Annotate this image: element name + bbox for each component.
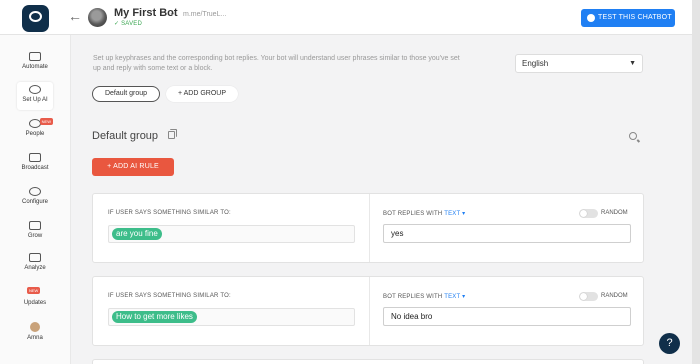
sidebar: Automate Set Up AI NEW People Broadcast …: [0, 35, 71, 364]
scrollbar[interactable]: [692, 0, 700, 364]
page-description: Set up keyphrases and the corresponding …: [93, 55, 460, 72]
user-says-label: IF USER SAYS SOMETHING SIMILAR TO:: [108, 210, 231, 216]
chatfuel-logo-icon[interactable]: [22, 5, 49, 32]
saved-status: ✓ SAVED: [114, 21, 143, 27]
sidebar-item-set-up-ai[interactable]: Set Up AI: [17, 82, 53, 110]
random-toggle[interactable]: [579, 292, 598, 301]
phrase-tag[interactable]: How to get more likes: [112, 311, 197, 323]
chevron-down-icon: ▼: [629, 60, 636, 67]
test-chatbot-label: TEST THIS CHATBOT: [598, 14, 672, 21]
ai-rule-card: [92, 359, 644, 364]
test-chatbot-button[interactable]: TEST THIS CHATBOT: [581, 9, 675, 27]
plus-icon: +: [177, 90, 183, 97]
divider: [369, 194, 370, 262]
sidebar-item-label: Automate: [22, 64, 48, 70]
add-group-button[interactable]: + ADD GROUP: [166, 86, 238, 102]
sidebar-item-configure[interactable]: Configure: [17, 184, 53, 212]
sidebar-item-automate[interactable]: Automate: [17, 49, 53, 77]
sidebar-item-label: Updates: [23, 300, 47, 306]
ai-icon: [29, 85, 41, 94]
reply-type-dropdown[interactable]: TEXT ▾: [444, 211, 465, 217]
main-content: Set up keyphrases and the corresponding …: [71, 35, 692, 364]
search-icon[interactable]: [629, 132, 637, 140]
back-arrow-icon[interactable]: ←: [68, 8, 82, 24]
sidebar-item-label: Set Up AI: [22, 97, 48, 103]
bot-avatar: [88, 8, 107, 27]
language-value: English: [522, 59, 549, 68]
sidebar-item-label: Configure: [21, 199, 48, 205]
sidebar-item-label: Grow: [27, 233, 43, 239]
reply-type-dropdown[interactable]: TEXT ▾: [444, 294, 465, 300]
copy-icon[interactable]: [168, 129, 177, 139]
grow-icon: [29, 221, 41, 230]
bot-replies-label: BOT REPLIES WITH TEXT ▾: [383, 293, 465, 300]
bar-chart-icon: [29, 253, 41, 262]
reply-type-value: TEXT: [444, 294, 461, 300]
phrase-tag[interactable]: are you fine: [112, 228, 162, 240]
sidebar-item-updates[interactable]: NEW Updates: [17, 285, 53, 313]
random-label: RANDOM: [601, 210, 628, 216]
chevron-down-icon[interactable]: ⌄: [169, 8, 176, 17]
ai-rule-card: IF USER SAYS SOMETHING SIMILAR TO: are y…: [92, 193, 644, 263]
sidebar-item-analyze[interactable]: Analyze: [17, 250, 53, 278]
user-phrase-field[interactable]: How to get more likes: [108, 308, 355, 326]
plus-icon: +: [107, 163, 112, 170]
bot-reply-input[interactable]: yes: [383, 224, 631, 243]
user-phrase-field[interactable]: are you fine: [108, 225, 355, 243]
messenger-icon: [587, 14, 595, 22]
divider: [369, 277, 370, 345]
add-ai-rule-button[interactable]: + ADD AI RULE: [92, 158, 174, 176]
random-label: RANDOM: [601, 293, 628, 299]
megaphone-icon: [29, 153, 41, 162]
reply-type-value: TEXT: [444, 211, 461, 217]
language-select[interactable]: English ▼: [515, 54, 643, 73]
group-tab-default[interactable]: Default group: [92, 86, 160, 102]
add-ai-rule-label: ADD AI RULE: [113, 163, 159, 170]
sidebar-item-user[interactable]: Amna: [17, 319, 53, 347]
bot-replies-text: BOT REPLIES WITH: [383, 294, 443, 300]
bot-replies-text: BOT REPLIES WITH: [383, 211, 443, 217]
top-bar: ← My First Bot ⌄ ✓ SAVED m.me/TrueL... T…: [0, 0, 692, 35]
bot-reply-input[interactable]: No idea bro: [383, 307, 631, 326]
sidebar-item-label: Amna: [27, 335, 43, 341]
sidebar-item-broadcast[interactable]: Broadcast: [17, 150, 53, 178]
saved-label: SAVED: [121, 21, 143, 27]
random-toggle[interactable]: [579, 209, 598, 218]
sidebar-item-label: Broadcast: [21, 165, 49, 171]
user-says-label: IF USER SAYS SOMETHING SIMILAR TO:: [108, 293, 231, 299]
bot-replies-label: BOT REPLIES WITH TEXT ▾: [383, 210, 465, 217]
gear-icon: [29, 187, 41, 196]
user-avatar: [30, 322, 40, 332]
help-button[interactable]: ?: [659, 333, 680, 354]
sidebar-item-label: Analyze: [24, 265, 46, 271]
add-group-label: ADD GROUP: [183, 90, 227, 97]
sidebar-item-people[interactable]: NEW People: [17, 116, 53, 144]
new-badge: NEW: [39, 118, 53, 125]
page-link[interactable]: m.me/TrueL...: [183, 11, 226, 18]
automate-icon: [29, 52, 41, 61]
new-badge: NEW: [27, 287, 41, 294]
group-title[interactable]: Default group: [92, 130, 158, 142]
ai-rule-card: IF USER SAYS SOMETHING SIMILAR TO: How t…: [92, 276, 644, 346]
sidebar-item-label: People: [25, 131, 45, 137]
sidebar-item-grow[interactable]: Grow: [17, 218, 53, 246]
